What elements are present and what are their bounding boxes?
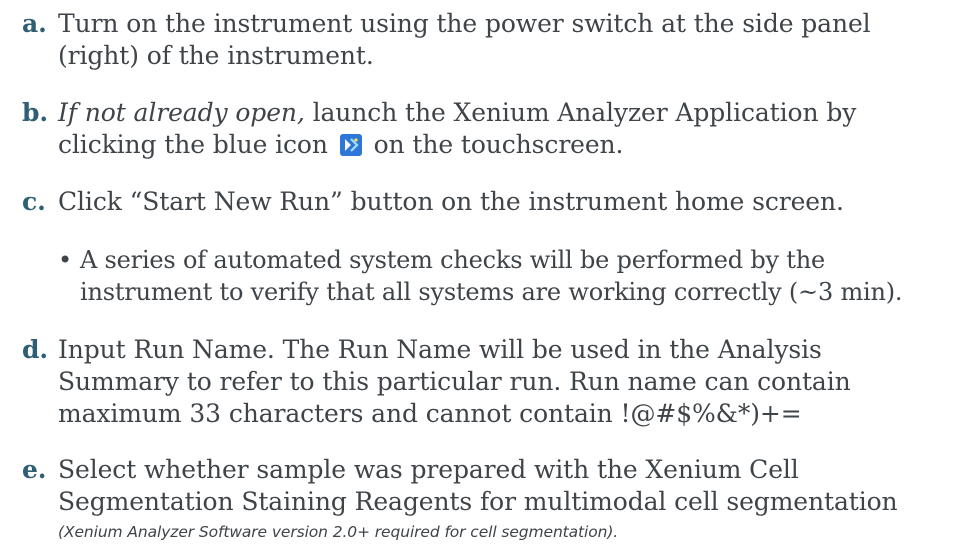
step-line: clicking the blue icon on the touchscree… bbox=[58, 129, 970, 161]
step-letter: b. bbox=[22, 98, 48, 127]
italic-condition: If not already open, bbox=[58, 98, 305, 127]
step-line-before-icon: clicking the blue icon bbox=[58, 130, 328, 159]
bullet-line: instrument to verify that all systems ar… bbox=[80, 278, 903, 306]
step-letter: c. bbox=[22, 187, 46, 216]
step-line: maximum 33 characters and cannot contain… bbox=[58, 399, 802, 428]
instruction-steps: a. Turn on the instrument using the powe… bbox=[0, 0, 980, 546]
version-note: (Xenium Analyzer Software version 2.0+ r… bbox=[58, 523, 619, 541]
step-line-rest: launch the Xenium Analyzer Application b… bbox=[304, 98, 857, 127]
step-letter: e. bbox=[22, 455, 47, 484]
step-line: If not already open, launch the Xenium A… bbox=[58, 97, 970, 129]
step-line: Segmentation Staining Reagents for multi… bbox=[58, 487, 898, 516]
step-letter: a. bbox=[22, 9, 47, 38]
step-line: Turn on the instrument using the power s… bbox=[58, 9, 871, 38]
bullet-text: A series of automated system checks will… bbox=[80, 244, 973, 308]
step-line: Select whether sample was prepared with … bbox=[58, 455, 799, 484]
step-text: Input Run Name. The Run Name will be use… bbox=[58, 334, 970, 430]
step-text: If not already open, launch the Xenium A… bbox=[58, 97, 970, 161]
step-line: (right) of the instrument. bbox=[58, 41, 374, 70]
step-text: Select whether sample was prepared with … bbox=[58, 454, 970, 546]
step-text: Turn on the instrument using the power s… bbox=[58, 8, 970, 72]
bullet-dot: • bbox=[58, 246, 72, 274]
step-line: Summary to refer to this particular run.… bbox=[58, 367, 851, 396]
xenium-app-icon bbox=[339, 134, 362, 156]
step-line-after-icon: on the touchscreen. bbox=[373, 130, 624, 159]
bullet-line: A series of automated system checks will… bbox=[80, 246, 826, 274]
step-letter: d. bbox=[22, 335, 48, 364]
step-text: Click “Start New Run” button on the inst… bbox=[58, 186, 970, 218]
step-line: Click “Start New Run” button on the inst… bbox=[58, 187, 844, 216]
step-line: Input Run Name. The Run Name will be use… bbox=[58, 335, 822, 364]
